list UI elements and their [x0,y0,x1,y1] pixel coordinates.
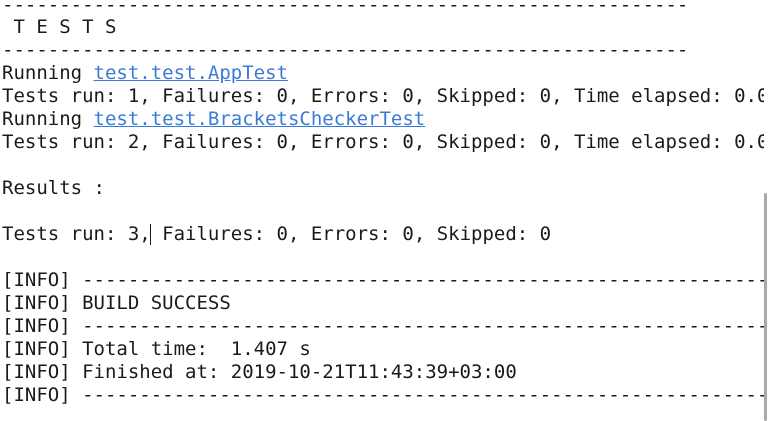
terminal-output[interactable]: ----------------------------------------… [0,0,768,421]
summary-counts: Failures: 0, Errors: 0, Skipped: 0 [150,223,552,245]
tests-header: T E S T S [2,16,117,38]
running-prefix: Running [2,62,94,84]
tests-summary: Tests run: 3, Failures: 0, Errors: 0, Sk… [2,223,551,246]
results-label: Results : [2,177,105,199]
running-line-2: Running test.test.BracketsCheckerTest [2,108,425,131]
total-time-line: [INFO] Total time: 1.407 s [2,338,311,360]
build-success-line: [INFO] BUILD SUCCESS [2,292,231,314]
info-separator-2: [INFO] ---------------------------------… [2,315,768,337]
test-result-line-1: Tests run: 1, Failures: 0, Errors: 0, Sk… [2,85,768,107]
test-result-line-2: Tests run: 2, Failures: 0, Errors: 0, Sk… [2,131,768,153]
running-prefix: Running [2,108,94,130]
info-separator-1: [INFO] ---------------------------------… [2,269,768,291]
separator-mid: ----------------------------------------… [2,39,689,61]
test-class-link-apptest[interactable]: test.test.AppTest [94,62,288,84]
test-class-link-bracketscheckertest[interactable]: test.test.BracketsCheckerTest [94,108,426,130]
scrollbar-thumb[interactable] [764,193,767,421]
separator-top: ----------------------------------------… [2,0,689,16]
finished-at-line: [INFO] Finished at: 2019-10-21T11:43:39+… [2,361,517,383]
info-separator-3: [INFO] ---------------------------------… [2,384,768,406]
summary-run-count: Tests run: 3, [2,223,151,245]
running-line-1: Running test.test.AppTest [2,62,288,85]
